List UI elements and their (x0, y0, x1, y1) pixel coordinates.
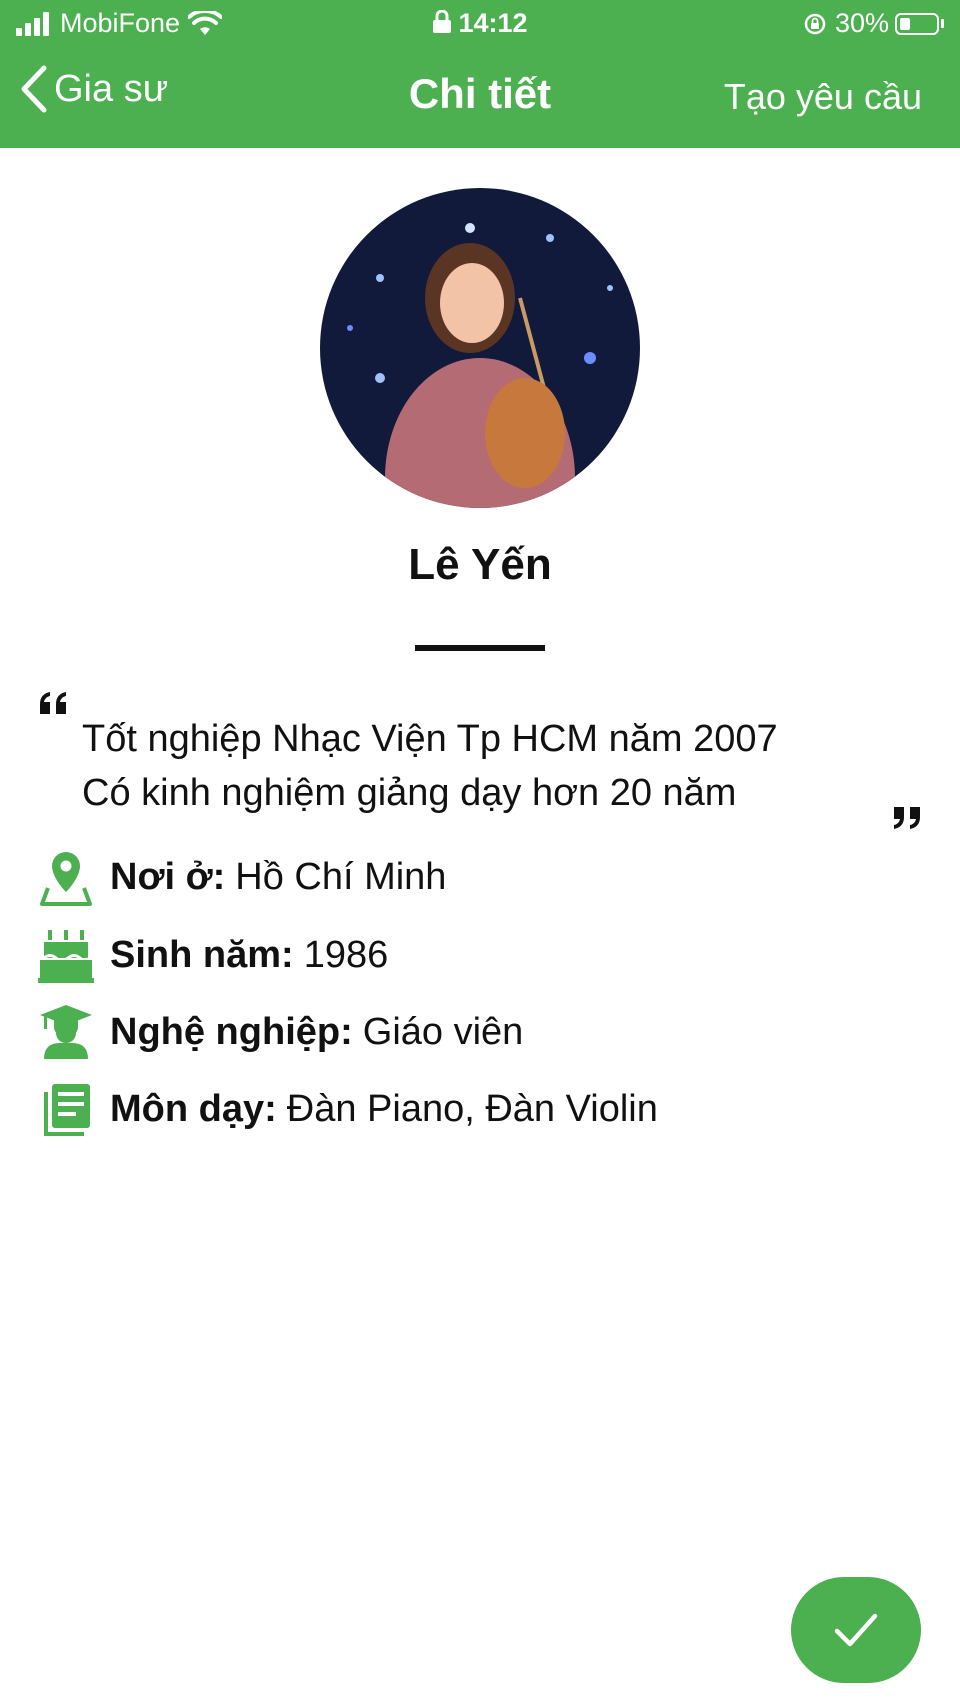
info-label: Môn dạy: (110, 1087, 277, 1130)
info-row-residence: Nơi ở: Hồ Chí Minh (38, 848, 446, 906)
lock-icon (433, 9, 452, 33)
info-value: Giáo viên (362, 1010, 524, 1053)
status-right: 30% (803, 8, 944, 39)
status-bar: MobiFone 14:12 30% (0, 0, 960, 50)
bio-line: Tốt nghiệp Nhạc Viện Tp HCM năm 2007 (82, 718, 778, 760)
checkmark-icon (834, 1613, 878, 1647)
quote-close-icon (894, 807, 920, 829)
battery-tip (941, 19, 944, 28)
info-row-subjects: Môn dạy: Đàn Piano, Đàn Violin (38, 1080, 658, 1138)
battery-icon (895, 12, 939, 35)
quote-open-icon (40, 692, 66, 714)
tutor-name: Lê Yến (408, 540, 552, 589)
rotation-lock-icon (804, 13, 826, 34)
info-value: 1986 (303, 933, 389, 976)
info-value: Hồ Chí Minh (235, 855, 447, 898)
info-label: Sinh năm: (110, 933, 294, 976)
info-value: Đàn Piano, Đàn Violin (286, 1087, 658, 1130)
create-request-button[interactable]: Tạo yêu cầu (724, 76, 922, 118)
confirm-button[interactable] (791, 1577, 921, 1683)
birthday-cake-icon (38, 926, 94, 984)
bio-line: Có kinh nghiệm giảng dạy hơn 20 năm (82, 772, 737, 814)
avatar-photo (320, 188, 640, 508)
name-divider (415, 645, 545, 651)
graduate-icon (38, 1003, 94, 1061)
app-header: MobiFone 14:12 30% Gia sư Chi tiết Tạo y… (0, 0, 960, 148)
time-label: 14:12 (458, 8, 528, 38)
info-row-occupation: Nghệ nghiệp: Giáo viên (38, 1003, 523, 1061)
info-label: Nơi ở: (110, 855, 226, 898)
avatar (320, 188, 640, 508)
info-label: Nghệ nghiệp: (110, 1010, 353, 1053)
info-row-birth-year: Sinh năm: 1986 (38, 926, 388, 984)
location-pin-icon (38, 848, 94, 906)
book-icon (38, 1080, 94, 1138)
battery-label: 30% (834, 8, 889, 38)
bio-text: Tốt nghiệp Nhạc Viện Tp HCM năm 2007 Có … (82, 712, 778, 820)
